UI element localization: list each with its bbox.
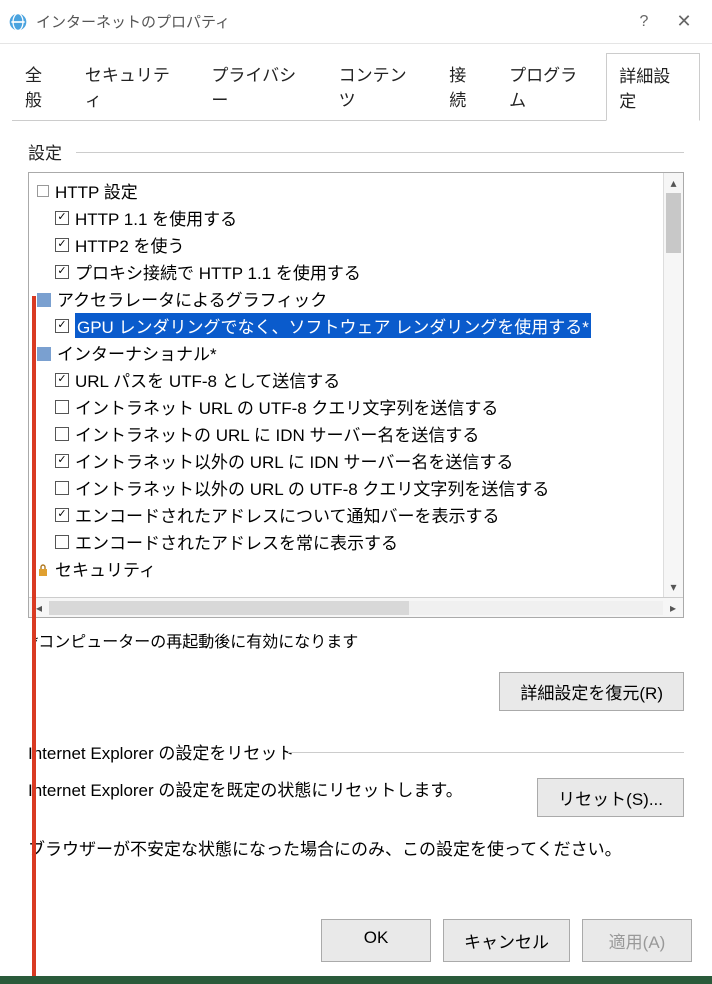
tree-label: イントラネット以外の URL に IDN サーバー名を送信する [75,448,513,473]
settings-label: 設定 [28,144,62,163]
category-icon [37,292,51,306]
reset-button[interactable]: リセット(S)... [537,778,684,817]
tree-item[interactable]: イントラネット以外の URL の UTF-8 クエリ文字列を送信する [31,474,681,501]
settings-group: 設定 HTTP 設定HTTP 1.1 を使用するHTTP2 を使うプロキシ接続で… [28,139,684,711]
window-title: インターネットのプロパティ [36,11,624,32]
reset-description: Internet Explorer の設定を既定の状態にリセットします。 [28,778,517,804]
tree-category[interactable]: インターナショナル* [31,339,681,366]
tree-item[interactable]: GPU レンダリングでなく、ソフトウェア レンダリングを使用する* [31,312,681,339]
titlebar: インターネットのプロパティ ? ✕ [0,0,712,44]
checkbox[interactable] [55,319,69,333]
checkbox[interactable] [55,211,69,225]
annotation-line [32,296,36,984]
restart-note: *コンピューターの再起動後に有効になります [32,628,684,652]
tree-item[interactable]: プロキシ接続で HTTP 1.1 を使用する [31,258,681,285]
checkbox[interactable] [55,454,69,468]
tree-label: プロキシ接続で HTTP 1.1 を使用する [75,259,361,284]
settings-group-title: 設定 [28,139,684,164]
tree-label: HTTP 設定 [55,178,138,203]
tree-label: URL パスを UTF-8 として送信する [75,367,340,392]
ie-icon [8,12,28,32]
tab-strip: 全般セキュリティプライバシーコンテンツ接続プログラム詳細設定 [12,52,700,121]
close-button[interactable]: ✕ [664,0,704,44]
tab-0[interactable]: 全般 [12,52,72,120]
restore-row: 詳細設定を復元(R) [28,672,684,711]
properties-dialog: インターネットのプロパティ ? ✕ 全般セキュリティプライバシーコンテンツ接続プ… [0,0,712,984]
tree-item[interactable]: イントラネット以外の URL に IDN サーバー名を送信する [31,447,681,474]
tree-label: イントラネット URL の UTF-8 クエリ文字列を送信する [75,394,498,419]
vscroll-thumb[interactable] [666,193,681,253]
category-icon [37,346,51,360]
tree-item[interactable]: エンコードされたアドレスを常に表示する [31,528,681,555]
doc-icon [37,185,49,197]
help-button[interactable]: ? [624,0,664,44]
tree-category[interactable]: セキュリティ [31,555,681,582]
group-divider [76,152,684,153]
tree-category[interactable]: HTTP 設定 [31,177,681,204]
tree-label: HTTP 1.1 を使用する [75,205,237,230]
lock-icon [37,562,49,576]
reset-tip: ブラウザーが不安定な状態になった場合にのみ、この設定を使ってください。 [28,835,684,860]
reset-group: Internet Explorer の設定をリセット Internet Expl… [28,739,684,860]
tab-2[interactable]: プライバシー [198,52,325,120]
vertical-scrollbar[interactable]: ▴ ▾ [663,173,683,597]
tab-1[interactable]: セキュリティ [72,52,199,120]
tree-item[interactable]: エンコードされたアドレスについて通知バーを表示する [31,501,681,528]
checkbox[interactable] [55,373,69,387]
checkbox[interactable] [55,427,69,441]
tab-content: 設定 HTTP 設定HTTP 1.1 を使用するHTTP2 を使うプロキシ接続で… [0,121,712,874]
tab-6[interactable]: 詳細設定 [606,53,700,121]
checkbox[interactable] [55,535,69,549]
cancel-button[interactable]: キャンセル [443,919,570,962]
tree-label: イントラネット以外の URL の UTF-8 クエリ文字列を送信する [75,475,549,500]
checkbox[interactable] [55,400,69,414]
ok-button[interactable]: OK [321,919,431,962]
scroll-down-arrow[interactable]: ▾ [664,577,683,597]
reset-divider [288,752,684,753]
tree-item[interactable]: HTTP 1.1 を使用する [31,204,681,231]
tree-label: アクセラレータによるグラフィック [57,286,327,311]
tree-item[interactable]: HTTP2 を使う [31,231,681,258]
reset-row: Internet Explorer の設定を既定の状態にリセットします。 リセッ… [28,778,684,817]
tree-item[interactable]: URL パスを UTF-8 として送信する [31,366,681,393]
bottom-strip [0,976,712,984]
checkbox[interactable] [55,265,69,279]
tab-5[interactable]: プログラム [496,52,606,120]
tree-label: セキュリティ [55,556,156,581]
settings-tree[interactable]: HTTP 設定HTTP 1.1 を使用するHTTP2 を使うプロキシ接続で HT… [29,173,683,597]
tab-3[interactable]: コンテンツ [326,52,437,120]
horizontal-scrollbar[interactable]: ◂ ▸ [29,597,683,617]
tree-item[interactable]: イントラネット URL の UTF-8 クエリ文字列を送信する [31,393,681,420]
tree-label: GPU レンダリングでなく、ソフトウェア レンダリングを使用する* [75,313,591,338]
tree-label: エンコードされたアドレスについて通知バーを表示する [75,502,500,527]
scroll-right-arrow[interactable]: ▸ [663,601,683,615]
hscroll-thumb[interactable] [49,601,409,615]
tree-label: イントラネットの URL に IDN サーバー名を送信する [75,421,479,446]
settings-listbox: HTTP 設定HTTP 1.1 を使用するHTTP2 を使うプロキシ接続で HT… [28,172,684,618]
tree-label: エンコードされたアドレスを常に表示する [75,529,398,554]
tab-4[interactable]: 接続 [436,52,496,120]
tree-label: インターナショナル* [57,340,217,365]
vscroll-track[interactable] [664,193,683,577]
tree-category[interactable]: アクセラレータによるグラフィック [31,285,681,312]
reset-title-text: Internet Explorer の設定をリセット [28,744,294,763]
checkbox[interactable] [55,238,69,252]
apply-button[interactable]: 適用(A) [582,919,692,962]
restore-button[interactable]: 詳細設定を復元(R) [499,672,684,711]
hscroll-track[interactable] [49,601,663,615]
checkbox[interactable] [55,481,69,495]
scroll-up-arrow[interactable]: ▴ [664,173,683,193]
tree-label: HTTP2 を使う [75,232,185,257]
reset-group-title: Internet Explorer の設定をリセット [28,739,684,764]
dialog-buttons: OK キャンセル 適用(A) [321,919,692,962]
checkbox[interactable] [55,508,69,522]
tree-item[interactable]: イントラネットの URL に IDN サーバー名を送信する [31,420,681,447]
